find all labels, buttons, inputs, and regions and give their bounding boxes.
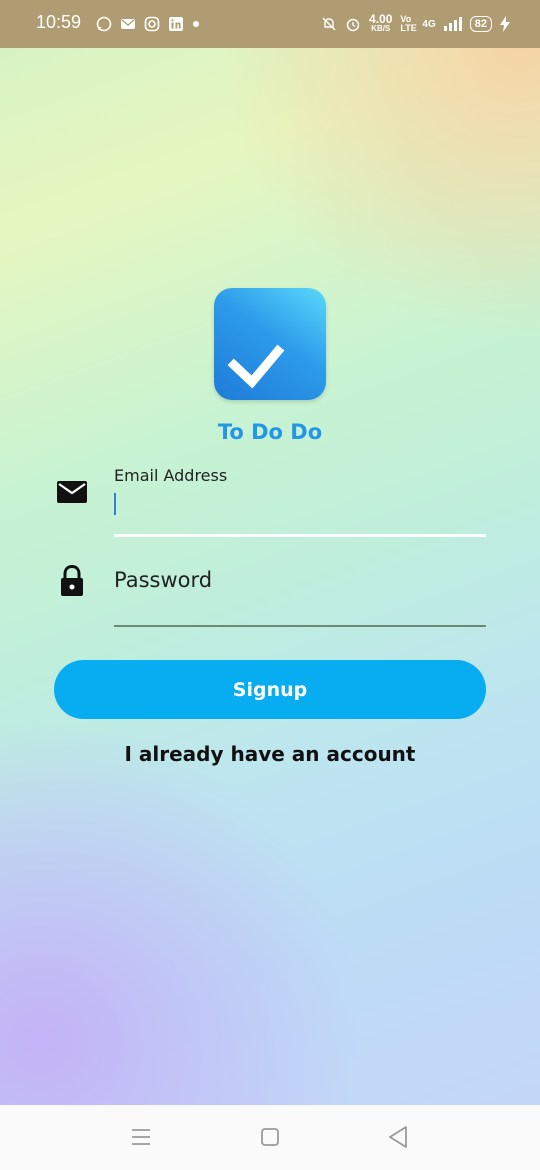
back-icon[interactable] bbox=[387, 1125, 409, 1149]
app-logo bbox=[214, 288, 326, 400]
login-link[interactable]: I already have an account bbox=[0, 742, 540, 766]
signup-button[interactable]: Signup bbox=[54, 660, 486, 719]
battery-icon: 82 bbox=[469, 16, 492, 32]
whatsapp-icon bbox=[96, 16, 112, 32]
status-time: 10:59 bbox=[36, 12, 82, 32]
home-icon[interactable] bbox=[260, 1127, 280, 1147]
mail-icon bbox=[57, 481, 87, 503]
volte-label: Vo LTE bbox=[400, 14, 417, 33]
email-field[interactable] bbox=[114, 490, 486, 536]
mute-icon bbox=[322, 17, 336, 31]
instagram-icon bbox=[144, 16, 160, 32]
password-underline bbox=[114, 625, 486, 627]
password-placeholder: Password bbox=[114, 568, 213, 592]
check-icon bbox=[227, 344, 285, 389]
linkedin-icon bbox=[169, 17, 183, 31]
email-label: Email Address bbox=[114, 466, 228, 485]
network-type: 4G bbox=[422, 18, 436, 30]
messages-icon bbox=[121, 19, 135, 29]
status-bar: 10:59 4.00 KB/S Vo LTE 4G 82 bbox=[0, 0, 540, 48]
password-field[interactable]: Password bbox=[114, 560, 486, 624]
email-underline bbox=[114, 534, 486, 537]
signal-icon bbox=[443, 17, 462, 31]
lock-icon bbox=[61, 565, 83, 596]
charging-icon bbox=[500, 16, 510, 32]
menu-icon[interactable] bbox=[131, 1128, 151, 1146]
more-notifications-icon bbox=[193, 21, 199, 27]
background bbox=[0, 0, 540, 1105]
status-right: 4.00 KB/S Vo LTE 4G 82 bbox=[321, 12, 510, 34]
app-title: To Do Do bbox=[217, 420, 323, 444]
alarm-icon bbox=[346, 18, 360, 32]
network-speed: 4.00 KB/S bbox=[369, 12, 393, 33]
notification-icons bbox=[96, 16, 200, 32]
text-cursor bbox=[114, 493, 116, 515]
